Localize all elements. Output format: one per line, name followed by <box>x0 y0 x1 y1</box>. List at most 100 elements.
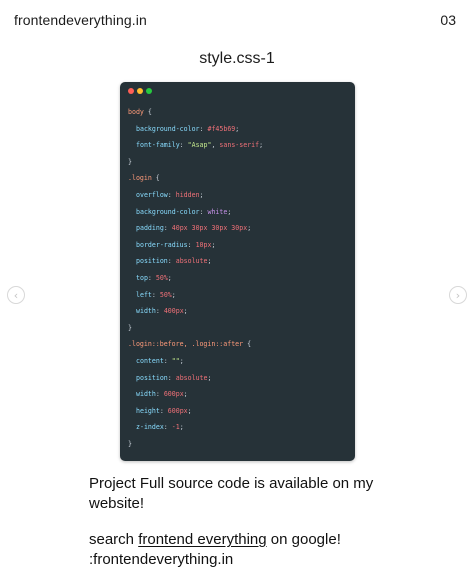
slide-page: frontendeverything.in 03 style.css-1 ‹ ›… <box>0 0 474 588</box>
minimize-dot-icon <box>137 88 143 94</box>
chevron-right-icon: › <box>455 288 461 302</box>
search-suffix: on google! <box>266 531 341 548</box>
code-token: width <box>136 390 156 399</box>
code-token: ; <box>183 307 188 316</box>
code-token: sans-serif <box>219 141 260 150</box>
code-line: left: 50%; <box>128 287 349 304</box>
code-token: top <box>136 273 148 282</box>
code-token: ; <box>207 373 212 382</box>
code-token: #f45b69 <box>207 124 236 133</box>
code-line: background-color: white; <box>128 204 349 221</box>
code-token: absolute <box>175 373 208 382</box>
code-token: position <box>136 373 168 382</box>
code-token: ; <box>235 124 240 133</box>
code-token: z-index <box>136 423 164 432</box>
code-token: hidden <box>175 190 200 199</box>
page-number: 03 <box>440 12 456 28</box>
code-block: body {background-color: #f45b69; font-fam… <box>128 104 349 452</box>
code-line: width: 400px; <box>128 303 349 320</box>
code-token: 10px <box>195 240 212 249</box>
code-token: : <box>167 373 176 382</box>
code-token: "Asap" <box>187 141 212 150</box>
next-slide-button[interactable]: › <box>449 286 467 304</box>
code-token: : <box>167 190 176 199</box>
code-token: 50% <box>159 290 172 299</box>
site-brand: frontendeverything.in <box>14 12 147 28</box>
code-token: "" <box>171 356 180 365</box>
code-token: : <box>163 356 172 365</box>
code-token: width <box>136 307 156 316</box>
code-token: height <box>136 406 160 415</box>
search-prefix: search <box>89 531 139 548</box>
code-line: width: 600px; <box>128 386 349 403</box>
code-token: ; <box>199 190 204 199</box>
code-line: } <box>128 436 349 453</box>
code-token: : <box>179 141 188 150</box>
code-token: body <box>128 108 148 116</box>
code-token: : <box>187 240 196 249</box>
code-token: { <box>247 340 252 349</box>
code-token: { <box>155 174 160 183</box>
code-token: 400px <box>163 307 184 316</box>
code-token: -1 <box>171 423 180 432</box>
code-token: ; <box>247 224 252 233</box>
code-token: border-radius <box>136 240 188 249</box>
maximize-dot-icon <box>146 88 152 94</box>
code-token: { <box>147 108 152 116</box>
code-token: : <box>159 406 168 415</box>
code-token: : <box>151 290 160 299</box>
code-token: background-color <box>136 207 200 216</box>
code-token: : <box>147 273 156 282</box>
code-token: padding <box>136 224 164 233</box>
footer-text: Project Full source code is available on… <box>89 474 389 570</box>
slide-title: style.css-1 <box>199 50 275 67</box>
code-token: content <box>136 356 164 365</box>
code-token: overflow <box>136 190 168 199</box>
code-token: 40px 30px 30px 30px <box>171 224 248 233</box>
code-token: : <box>167 257 176 266</box>
code-line: font-family: "Asap", sans-serif; <box>128 137 349 154</box>
code-token: ; <box>179 423 184 432</box>
site-url: :frontendeverything.in <box>89 551 234 568</box>
code-token: absolute <box>175 257 208 266</box>
close-dot-icon <box>128 88 134 94</box>
code-token: } <box>128 157 132 166</box>
code-token: ; <box>167 273 172 282</box>
code-token: white <box>207 207 228 216</box>
code-token: : <box>163 224 172 233</box>
code-line: body { <box>128 104 349 121</box>
code-token: 600px <box>167 406 188 415</box>
code-token: : <box>155 307 164 316</box>
code-token: ; <box>179 356 184 365</box>
code-line: } <box>128 154 349 171</box>
code-line: .login { <box>128 170 349 187</box>
code-line: border-radius: 10px; <box>128 237 349 254</box>
code-token: 50% <box>155 273 168 282</box>
code-token: .login <box>128 174 156 183</box>
code-token: .login::before, .login::after <box>128 340 248 349</box>
previous-slide-button[interactable]: ‹ <box>7 286 25 304</box>
code-line: position: absolute; <box>128 253 349 270</box>
code-line: height: 600px; <box>128 403 349 420</box>
code-line: .login::before, .login::after { <box>128 336 349 353</box>
code-token: ; <box>183 390 188 399</box>
window-controls <box>128 88 152 94</box>
code-token: left <box>136 290 152 299</box>
chevron-left-icon: ‹ <box>13 288 19 302</box>
code-line: overflow: hidden; <box>128 187 349 204</box>
code-token: ; <box>171 290 176 299</box>
code-token: : <box>155 390 164 399</box>
code-token: ; <box>259 141 264 150</box>
website-link[interactable]: frontend everything <box>138 531 266 548</box>
code-token: position <box>136 257 168 266</box>
code-window: body {background-color: #f45b69; font-fam… <box>120 82 355 461</box>
code-token: } <box>128 323 132 332</box>
source-code-note: Project Full source code is available on… <box>89 475 374 512</box>
code-line: position: absolute; <box>128 370 349 387</box>
code-token: background-color <box>136 124 200 133</box>
code-token: ; <box>211 240 216 249</box>
code-line: content: ""; <box>128 353 349 370</box>
code-line: top: 50%; <box>128 270 349 287</box>
code-line: } <box>128 320 349 337</box>
code-token: ; <box>227 207 232 216</box>
